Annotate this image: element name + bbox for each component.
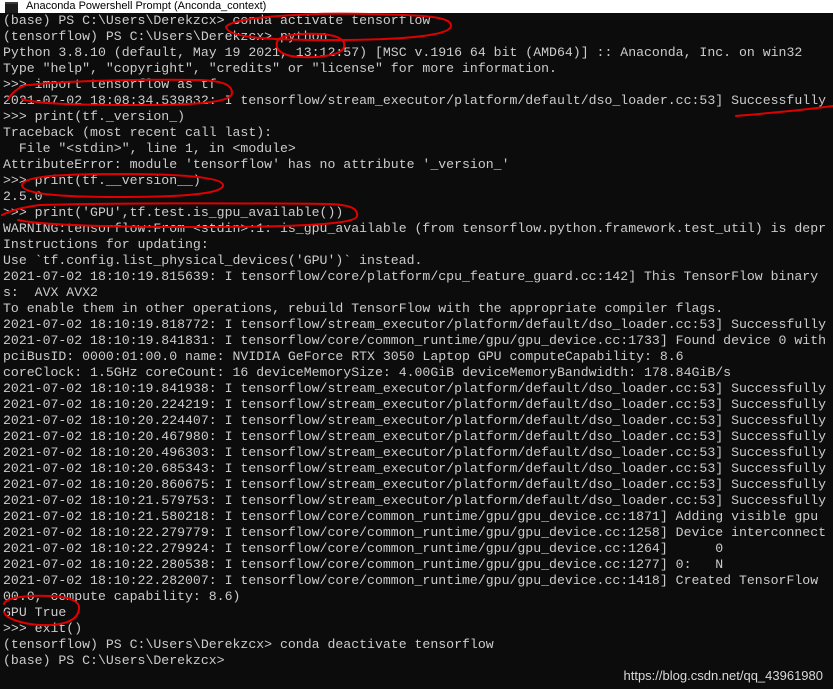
window-titlebar[interactable]: Anaconda Powershell Prompt (Anconda_cont… xyxy=(0,0,833,13)
terminal-app-icon xyxy=(5,2,18,13)
console-line: 2021-07-02 18:10:20.224219: I tensorflow… xyxy=(3,397,827,412)
console-line: 2.5.0 xyxy=(3,189,43,204)
console-line: GPU True xyxy=(3,605,67,620)
console-line: 2021-07-02 18:10:19.815639: I tensorflow… xyxy=(3,269,819,284)
console-line: 2021-07-02 18:10:21.580218: I tensorflow… xyxy=(3,509,819,524)
console-line: 2021-07-02 18:10:19.818772: I tensorflow… xyxy=(3,317,827,332)
console-line: 2021-07-02 18:10:22.279924: I tensorflow… xyxy=(3,541,724,556)
console-line: WARNING:tensorflow:From <stdin>:1: is_gp… xyxy=(3,221,827,236)
console-line: 2021-07-02 18:10:20.224407: I tensorflow… xyxy=(3,413,827,428)
console-line: 2021-07-02 18:10:22.280538: I tensorflow… xyxy=(3,557,724,572)
console-line: (base) PS C:\Users\Derekzcx> xyxy=(3,653,225,668)
console-line: 2021-07-02 18:08:34.539832: I tensorflow… xyxy=(3,93,827,108)
console-line: coreClock: 1.5GHz coreCount: 16 deviceMe… xyxy=(3,365,732,380)
console-line: Type "help", "copyright", "credits" or "… xyxy=(3,61,557,76)
console-line: 2021-07-02 18:10:21.579753: I tensorflow… xyxy=(3,493,827,508)
console-line: 00.0, compute capability: 8.6) xyxy=(3,589,241,604)
console-line: >>> import tensorflow as tf xyxy=(3,77,217,92)
console-line: To enable them in other operations, rebu… xyxy=(3,301,724,316)
console-line: Python 3.8.10 (default, May 19 2021, 13:… xyxy=(3,45,803,60)
console-line: Traceback (most recent call last): xyxy=(3,125,273,140)
console-line: (base) PS C:\Users\Derekzcx> conda activ… xyxy=(3,13,431,28)
console-line: 2021-07-02 18:10:20.467980: I tensorflow… xyxy=(3,429,827,444)
console-line: >>> print('GPU',tf.test.is_gpu_available… xyxy=(3,205,344,220)
console-line: 2021-07-02 18:10:19.841831: I tensorflow… xyxy=(3,333,827,348)
window-title: Anaconda Powershell Prompt (Anconda_cont… xyxy=(26,0,267,12)
console-line: File "<stdin>", line 1, in <module> xyxy=(3,141,296,156)
console-line: Use `tf.config.list_physical_devices('GP… xyxy=(3,253,423,268)
console-line: >>> exit() xyxy=(3,621,83,636)
console-line: 2021-07-02 18:10:22.282007: I tensorflow… xyxy=(3,573,819,588)
console-line: 2021-07-02 18:10:20.496303: I tensorflow… xyxy=(3,445,827,460)
console-line: (tensorflow) PS C:\Users\Derekzcx> conda… xyxy=(3,637,494,652)
console-line: Instructions for updating: xyxy=(3,237,209,252)
console-line: pciBusID: 0000:01:00.0 name: NVIDIA GeFo… xyxy=(3,349,684,364)
console-line: >>> print(tf._version_) xyxy=(3,109,186,124)
console-line: 2021-07-02 18:10:22.279779: I tensorflow… xyxy=(3,525,827,540)
watermark: https://blog.csdn.net/qq_43961980 xyxy=(623,668,824,683)
console-line: 2021-07-02 18:10:19.841938: I tensorflow… xyxy=(3,381,827,396)
console-line: s: AVX AVX2 xyxy=(3,285,98,300)
console-line: >>> print(tf.__version__) xyxy=(3,173,201,188)
console-line: (tensorflow) PS C:\Users\Derekzcx> pytho… xyxy=(3,29,328,44)
console-output[interactable]: (base) PS C:\Users\Derekzcx> conda activ… xyxy=(0,13,833,689)
console-line: 2021-07-02 18:10:20.860675: I tensorflow… xyxy=(3,477,827,492)
console-line: AttributeError: module 'tensorflow' has … xyxy=(3,157,510,172)
console-line: 2021-07-02 18:10:20.685343: I tensorflow… xyxy=(3,461,827,476)
